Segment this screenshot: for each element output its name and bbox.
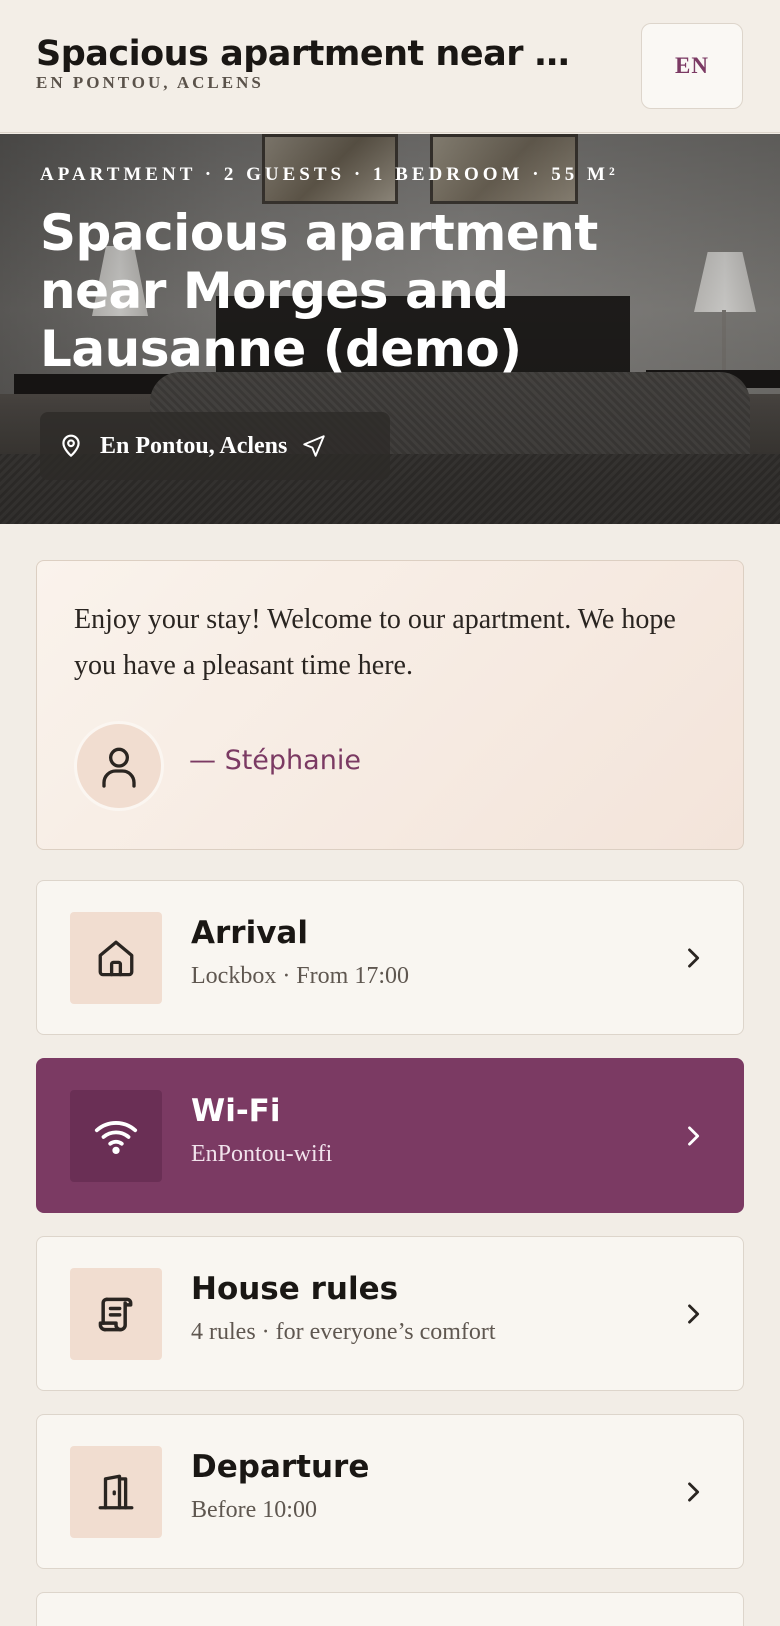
section-subtitle: EnPontou-wifi [191, 1141, 333, 1167]
section-subtitle: 4 rules · for everyone’s comfort [191, 1319, 496, 1345]
section-title: Departure [191, 1449, 370, 1485]
welcome-message: Enjoy your stay! Welcome to our apartmen… [74, 604, 676, 681]
listing-title: Spacious apartment near Morges and Lausa… [40, 204, 598, 378]
section-wifi[interactable]: Wi-Fi EnPontou-wifi [36, 1058, 744, 1213]
section-arrival[interactable]: Arrival Lockbox · From 17:00 [36, 880, 744, 1035]
map-pin-icon [62, 434, 80, 457]
section-subtitle: Before 10:00 [191, 1497, 317, 1523]
section-title: Wi-Fi [191, 1093, 281, 1129]
location-button[interactable]: En Pontou, Aclens [40, 412, 390, 480]
user-icon [102, 747, 136, 788]
house-icon [98, 940, 134, 977]
host-welcome-card: Enjoy your stay! Welcome to our apartmen… [36, 560, 744, 850]
chevron-right-icon [688, 948, 700, 968]
chevron-right-icon [688, 1304, 700, 1324]
location-label: En Pontou, Aclens [100, 432, 288, 459]
wifi-icon [94, 1121, 138, 1155]
section-next-partial[interactable] [36, 1592, 744, 1626]
listing-meta: Apartment · 2 guests · 1 bedroom · 55 m² [40, 164, 619, 185]
chevron-right-icon [688, 1126, 700, 1146]
page-title: Spacious apartment near … [36, 34, 570, 74]
page-subtitle: En Pontou, Aclens [36, 73, 264, 92]
section-house-rules[interactable]: House rules 4 rules · for everyone’s com… [36, 1236, 744, 1391]
host-signature: — Stéphanie [189, 745, 361, 776]
section-subtitle: Lockbox · From 17:00 [191, 963, 409, 989]
section-title: Arrival [191, 915, 308, 951]
section-departure[interactable]: Departure Before 10:00 [36, 1414, 744, 1569]
host-avatar [74, 721, 164, 811]
scroll-icon [98, 1297, 133, 1332]
section-title: House rules [191, 1271, 399, 1307]
language-button[interactable]: EN [641, 23, 743, 109]
door-icon [98, 1474, 134, 1510]
chevron-right-icon [688, 1482, 700, 1502]
hero-banner: Apartment · 2 guests · 1 bedroom · 55 m²… [0, 134, 780, 524]
top-bar: Spacious apartment near … En Pontou, Acl… [0, 0, 780, 133]
navigation-arrow-icon [303, 435, 326, 457]
